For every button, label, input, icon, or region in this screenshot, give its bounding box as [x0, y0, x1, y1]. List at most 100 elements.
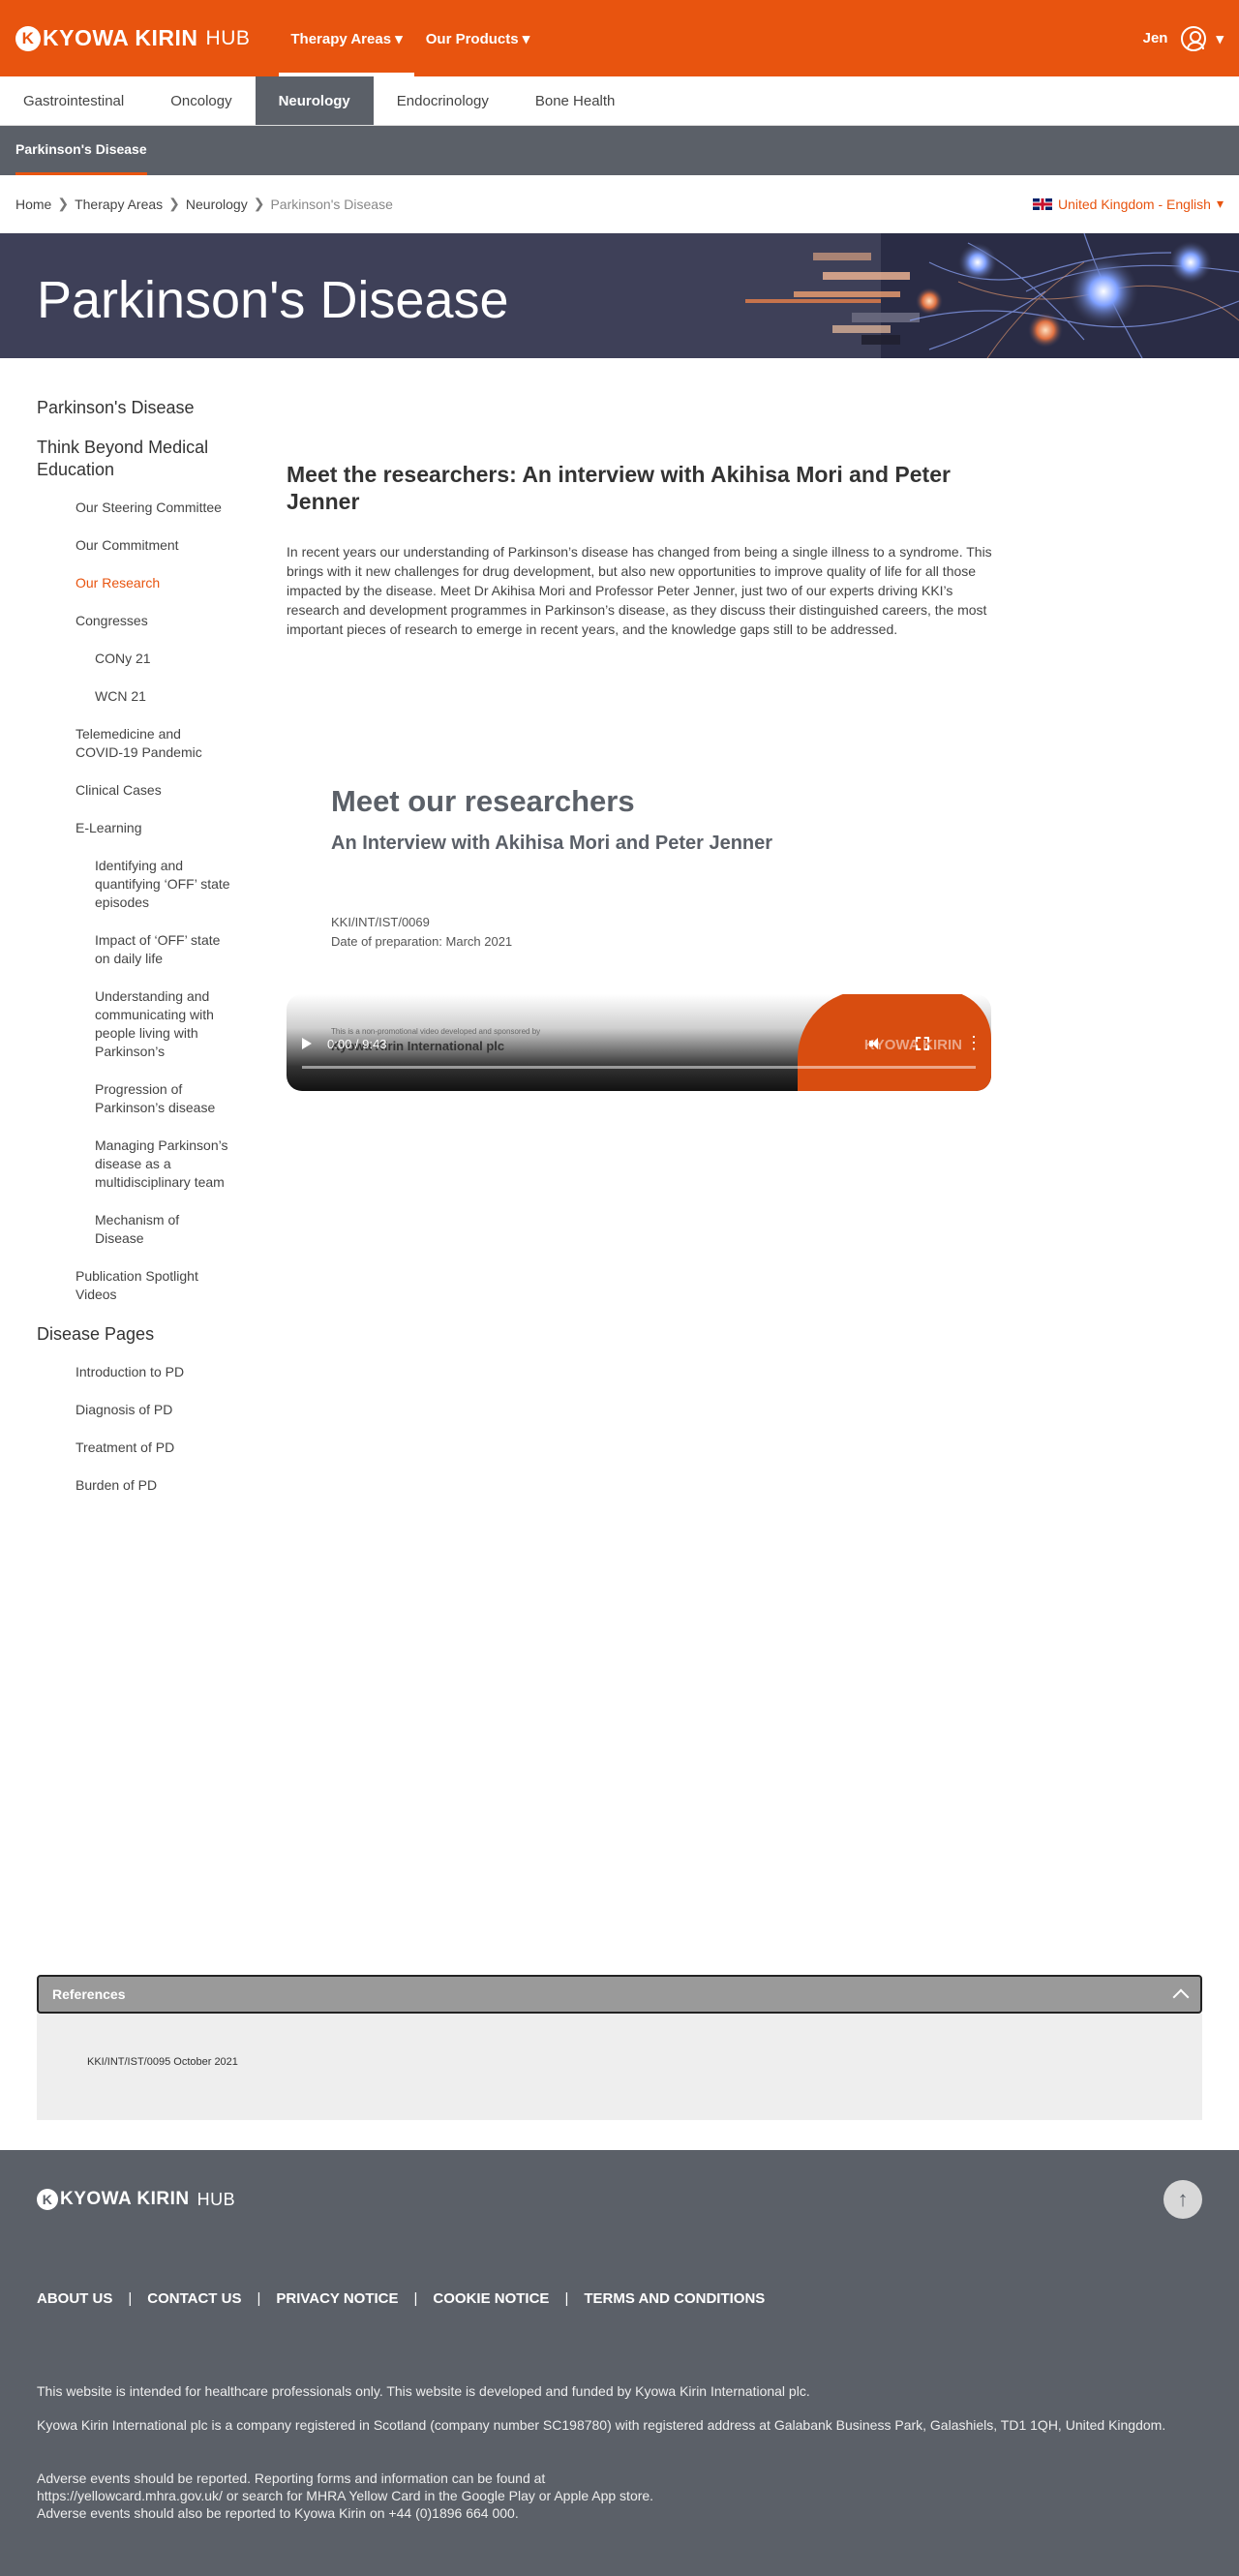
- locale-label: United Kingdom - English: [1057, 196, 1211, 212]
- more-options-icon[interactable]: [962, 1033, 982, 1053]
- video-player[interactable]: This is a non-promotional video develope…: [287, 994, 991, 1091]
- sidebar-item-clinical-cases[interactable]: Clinical Cases: [76, 781, 230, 800]
- page-title: Parkinson's Disease: [37, 271, 509, 329]
- sidebar-item-elearning-off-episodes[interactable]: Identifying and quantifying ‘OFF’ state …: [95, 857, 230, 912]
- top-navbar: K KYOWA KIRIN HUB Therapy Areas ▾ Our Pr…: [0, 0, 1239, 76]
- footer-link-cookie[interactable]: COOKIE NOTICE: [433, 2290, 549, 2307]
- sidebar-item-publication-spotlight[interactable]: Publication Spotlight Videos: [76, 1267, 230, 1304]
- breadcrumb-home[interactable]: Home: [15, 197, 51, 212]
- footer-links: ABOUT US | CONTACT US | PRIVACY NOTICE |…: [37, 2290, 765, 2307]
- sidebar-item-burden-pd[interactable]: Burden of PD: [76, 1476, 230, 1495]
- article-intro: In recent years our understanding of Par…: [287, 544, 992, 637]
- tab-neurology[interactable]: Neurology: [255, 76, 374, 125]
- chevron-down-icon: ▾: [1216, 196, 1224, 211]
- footer-logo[interactable]: K KYOWA KIRIN HUB: [37, 2189, 235, 2210]
- sidebar-item-e-learning[interactable]: E-Learning: [76, 819, 230, 837]
- player-controls: 0:00 / 9:43: [287, 1029, 991, 1058]
- video-card: Meet our researchers An Interview with A…: [287, 784, 991, 1091]
- uk-flag-icon: [1032, 197, 1052, 210]
- chevron-up-icon: [1172, 1988, 1190, 2006]
- breadcrumb-neurology[interactable]: Neurology: [186, 197, 248, 212]
- footer-adverse-events: Adverse events should be reported. Repor…: [37, 2470, 1179, 2522]
- video-title: Meet our researchers: [331, 784, 635, 818]
- footer-adverse-line-2[interactable]: https://yellowcard.mhra.gov.uk/ or searc…: [37, 2487, 1179, 2504]
- video-meta: KKI/INT/IST/0069 Date of preparation: Ma…: [331, 913, 991, 952]
- tab-gastrointestinal[interactable]: Gastrointestinal: [0, 76, 147, 125]
- sidebar-item-steering-committee[interactable]: Our Steering Committee: [76, 499, 230, 517]
- sidebar-item-elearning-progression[interactable]: Progression of Parkinson’s disease: [95, 1080, 230, 1117]
- user-menu[interactable]: Jen ▾: [1143, 0, 1224, 76]
- video-subtitle: An Interview with Akihisa Mori and Peter…: [331, 833, 773, 854]
- sidebar-item-elearning-mechanism[interactable]: Mechanism of Disease: [95, 1211, 230, 1248]
- references-toggle[interactable]: References: [37, 1975, 1202, 2014]
- side-navigation: Parkinson's Disease Think Beyond Medical…: [37, 397, 230, 1514]
- footer-logo-hub: HUB: [196, 2189, 236, 2209]
- neuron-illustration: [736, 233, 1239, 358]
- sub-navbar: Parkinson's Disease: [0, 126, 1239, 175]
- sidebar-item-wcn-21[interactable]: WCN 21: [95, 687, 230, 706]
- sidebar-item-elearning-managing[interactable]: Managing Parkinson’s disease as a multid…: [95, 1136, 230, 1192]
- main-nav: Therapy Areas ▾ Our Products ▾: [279, 0, 541, 76]
- sidebar-item-congresses[interactable]: Congresses: [76, 612, 230, 630]
- tab-oncology[interactable]: Oncology: [147, 76, 255, 125]
- volume-icon[interactable]: [869, 1037, 883, 1050]
- references-body: KKI/INT/IST/0095 October 2021: [37, 2014, 1202, 2120]
- chevron-right-icon: ❯: [168, 196, 180, 211]
- chevron-right-icon: ❯: [57, 196, 70, 211]
- references-label: References: [52, 1986, 126, 2002]
- kyowa-kirin-logo-icon: K: [37, 2189, 58, 2210]
- fullscreen-icon[interactable]: [916, 1037, 929, 1050]
- scroll-to-top-button[interactable]: ↑: [1163, 2180, 1202, 2219]
- footer-adverse-line-1: Adverse events should be reported. Repor…: [37, 2470, 546, 2486]
- sidebar-item-treatment-pd[interactable]: Treatment of PD: [76, 1439, 230, 1457]
- article-title: Meet the researchers: An interview with …: [287, 462, 951, 514]
- sidebar-item-intro-pd[interactable]: Introduction to PD: [76, 1363, 230, 1381]
- play-icon[interactable]: [302, 1038, 312, 1049]
- tab-endocrinology[interactable]: Endocrinology: [374, 76, 512, 125]
- locale-selector[interactable]: United Kingdom - English ▾: [1032, 196, 1224, 212]
- video-code: KKI/INT/IST/0069: [331, 915, 430, 929]
- user-avatar-icon: [1181, 25, 1207, 51]
- sidebar-item-think-beyond[interactable]: Think Beyond Medical Education: [37, 437, 230, 481]
- arrow-up-icon: ↑: [1177, 2187, 1189, 2211]
- breadcrumb-bar: Home ❯ Therapy Areas ❯ Neurology ❯ Parki…: [0, 175, 1239, 233]
- footer-separator: |: [564, 2290, 569, 2307]
- video-date: Date of preparation: March 2021: [331, 934, 513, 949]
- footer-separator: |: [413, 2290, 418, 2307]
- video-progress-bar[interactable]: [302, 1066, 976, 1069]
- kyowa-kirin-logo-icon: K: [15, 25, 41, 51]
- user-caret-icon: ▾: [1216, 30, 1224, 47]
- tab-bone-health[interactable]: Bone Health: [512, 76, 639, 125]
- chevron-right-icon: ❯: [253, 196, 265, 211]
- sidebar-item-elearning-off-impact[interactable]: Impact of ‘OFF’ state on daily life: [95, 931, 230, 968]
- footer-adverse-line-3: Adverse events should also be reported t…: [37, 2505, 519, 2521]
- logo-hub-text: HUB: [205, 26, 251, 49]
- sidebar-item-disease-pages[interactable]: Disease Pages: [37, 1323, 230, 1346]
- nav-therapy-areas[interactable]: Therapy Areas ▾: [279, 0, 415, 76]
- sidebar-item-elearning-communicating[interactable]: Understanding and communicating with peo…: [95, 987, 230, 1061]
- breadcrumb-therapy-areas[interactable]: Therapy Areas: [75, 197, 163, 212]
- footer-link-contact[interactable]: CONTACT US: [147, 2290, 241, 2307]
- footer-company-info: Kyowa Kirin International plc is a compa…: [37, 2417, 1166, 2433]
- footer-link-about[interactable]: ABOUT US: [37, 2290, 112, 2307]
- sidebar-item-telemedicine[interactable]: Telemedicine and COVID-19 Pandemic: [76, 725, 230, 762]
- sidebar-item-our-research[interactable]: Our Research: [76, 574, 230, 592]
- footer-link-privacy[interactable]: PRIVACY NOTICE: [276, 2290, 398, 2307]
- footer-link-terms[interactable]: TERMS AND CONDITIONS: [584, 2290, 765, 2307]
- footer-hcp-notice: This website is intended for healthcare …: [37, 2383, 810, 2399]
- subnav-parkinsons-disease[interactable]: Parkinson's Disease: [15, 126, 147, 175]
- reference-text: KKI/INT/IST/0095 October 2021: [87, 2056, 238, 2068]
- brand-logo[interactable]: K KYOWA KIRIN HUB: [15, 25, 250, 51]
- logo-brand-text: KYOWA KIRIN: [43, 25, 198, 50]
- sidebar-item-parkinsons-disease[interactable]: Parkinson's Disease: [37, 397, 230, 419]
- therapy-tabs: Gastrointestinal Oncology Neurology Endo…: [0, 76, 1239, 126]
- video-time: 0:00 / 9:43: [327, 1036, 387, 1051]
- breadcrumb-current: Parkinson's Disease: [270, 196, 393, 212]
- nav-our-products[interactable]: Our Products ▾: [414, 0, 542, 76]
- sidebar-item-diagnosis-pd[interactable]: Diagnosis of PD: [76, 1401, 230, 1419]
- footer-separator: |: [128, 2290, 133, 2307]
- sidebar-item-cony-21[interactable]: CONy 21: [95, 650, 230, 668]
- footer: K KYOWA KIRIN HUB ↑ ABOUT US | CONTACT U…: [0, 2150, 1239, 2576]
- hero-banner: Parkinson's Disease: [0, 233, 1239, 358]
- sidebar-item-our-commitment[interactable]: Our Commitment: [76, 536, 230, 555]
